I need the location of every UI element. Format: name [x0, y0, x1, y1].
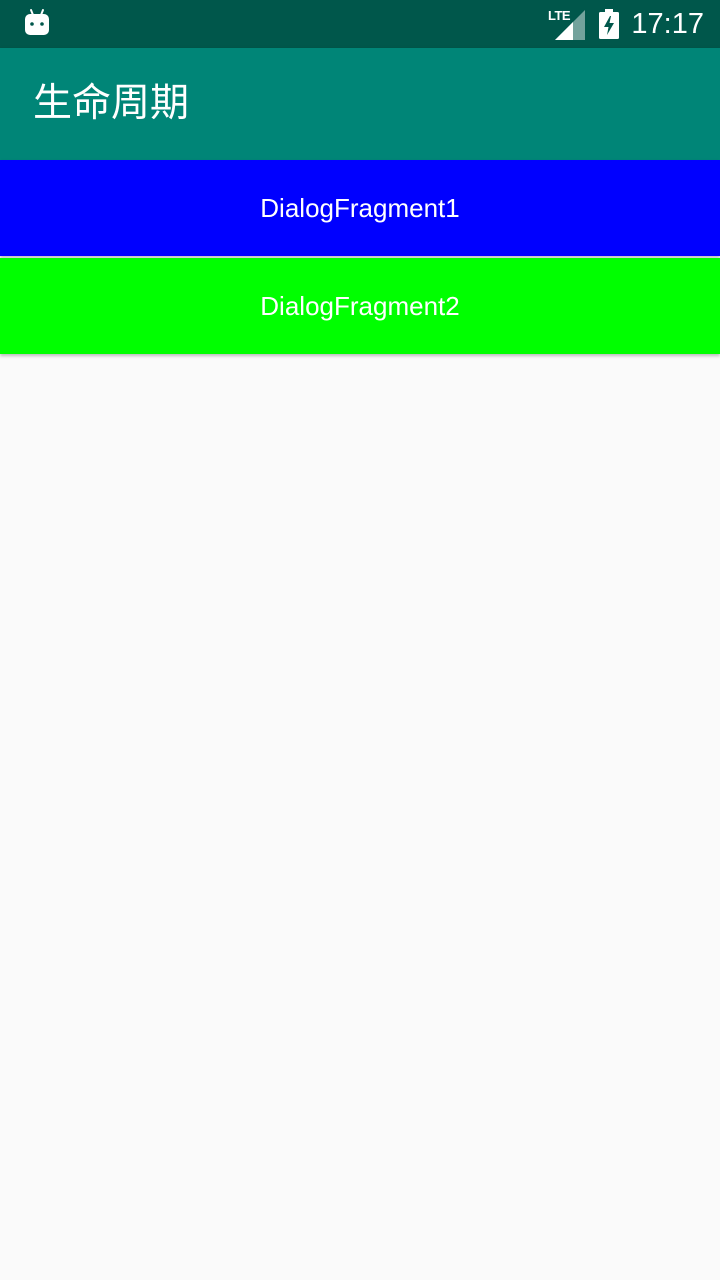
- signal-icon: [555, 10, 585, 40]
- android-debug-icon: [25, 9, 49, 35]
- status-clock: 17:17: [631, 8, 704, 40]
- page-title: 生命周期: [33, 81, 190, 126]
- status-bar: LTE 17:17: [0, 0, 720, 48]
- app-bar: 生命周期: [0, 48, 720, 160]
- dialog-fragment-2-button[interactable]: DialogFragment2: [0, 258, 720, 354]
- dialog-fragment-1-button[interactable]: DialogFragment1: [0, 160, 720, 256]
- battery-charging-icon: [599, 9, 619, 39]
